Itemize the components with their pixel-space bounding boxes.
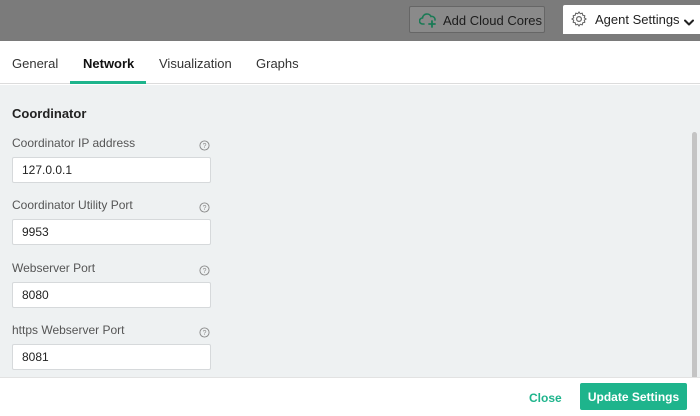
svg-text:?: ? bbox=[203, 205, 207, 212]
scrollbar-thumb[interactable] bbox=[692, 132, 697, 377]
svg-text:?: ? bbox=[203, 143, 207, 150]
network-settings-content: Coordinator Coordinator IP address ? Coo… bbox=[0, 85, 700, 377]
update-settings-button[interactable]: Update Settings bbox=[580, 383, 687, 410]
coordinator-utility-port-input[interactable] bbox=[12, 219, 211, 245]
https-webserver-port-label: https Webserver Port bbox=[12, 323, 125, 337]
chevron-down-icon bbox=[684, 15, 694, 30]
gear-icon bbox=[570, 10, 588, 31]
help-circle-icon[interactable]: ? bbox=[199, 138, 210, 151]
help-circle-icon[interactable]: ? bbox=[199, 325, 210, 338]
coordinator-utility-port-label: Coordinator Utility Port bbox=[12, 198, 133, 212]
help-circle-icon[interactable]: ? bbox=[199, 200, 210, 213]
agent-settings-label: Agent Settings bbox=[595, 12, 680, 27]
active-tab-indicator bbox=[70, 81, 146, 84]
tab-graphs[interactable]: Graphs bbox=[256, 56, 299, 71]
settings-tabs: General Network Visualization Graphs bbox=[0, 41, 700, 84]
coordinator-ip-input[interactable] bbox=[12, 157, 211, 183]
cloud-plus-icon bbox=[418, 11, 439, 32]
coordinator-ip-label: Coordinator IP address bbox=[12, 136, 136, 150]
close-button[interactable]: Close bbox=[529, 391, 562, 405]
dialog-footer: Close Update Settings bbox=[0, 377, 700, 416]
agent-settings-button[interactable]: Agent Settings bbox=[563, 5, 700, 34]
svg-text:?: ? bbox=[203, 330, 207, 337]
section-title: Coordinator bbox=[12, 106, 87, 121]
help-circle-icon[interactable]: ? bbox=[199, 263, 210, 276]
tab-network[interactable]: Network bbox=[83, 56, 134, 71]
webserver-port-label: Webserver Port bbox=[12, 261, 96, 275]
svg-text:?: ? bbox=[203, 268, 207, 275]
top-bar: Add Cloud Cores Agent Settings bbox=[0, 0, 700, 40]
https-webserver-port-input[interactable] bbox=[12, 344, 211, 370]
webserver-port-input[interactable] bbox=[12, 282, 211, 308]
add-cloud-cores-label: Add Cloud Cores bbox=[443, 13, 542, 28]
settings-panel: General Network Visualization Graphs Coo… bbox=[0, 41, 700, 416]
tab-visualization[interactable]: Visualization bbox=[159, 56, 232, 71]
tab-general[interactable]: General bbox=[12, 56, 58, 71]
add-cloud-cores-button[interactable]: Add Cloud Cores bbox=[409, 6, 545, 33]
